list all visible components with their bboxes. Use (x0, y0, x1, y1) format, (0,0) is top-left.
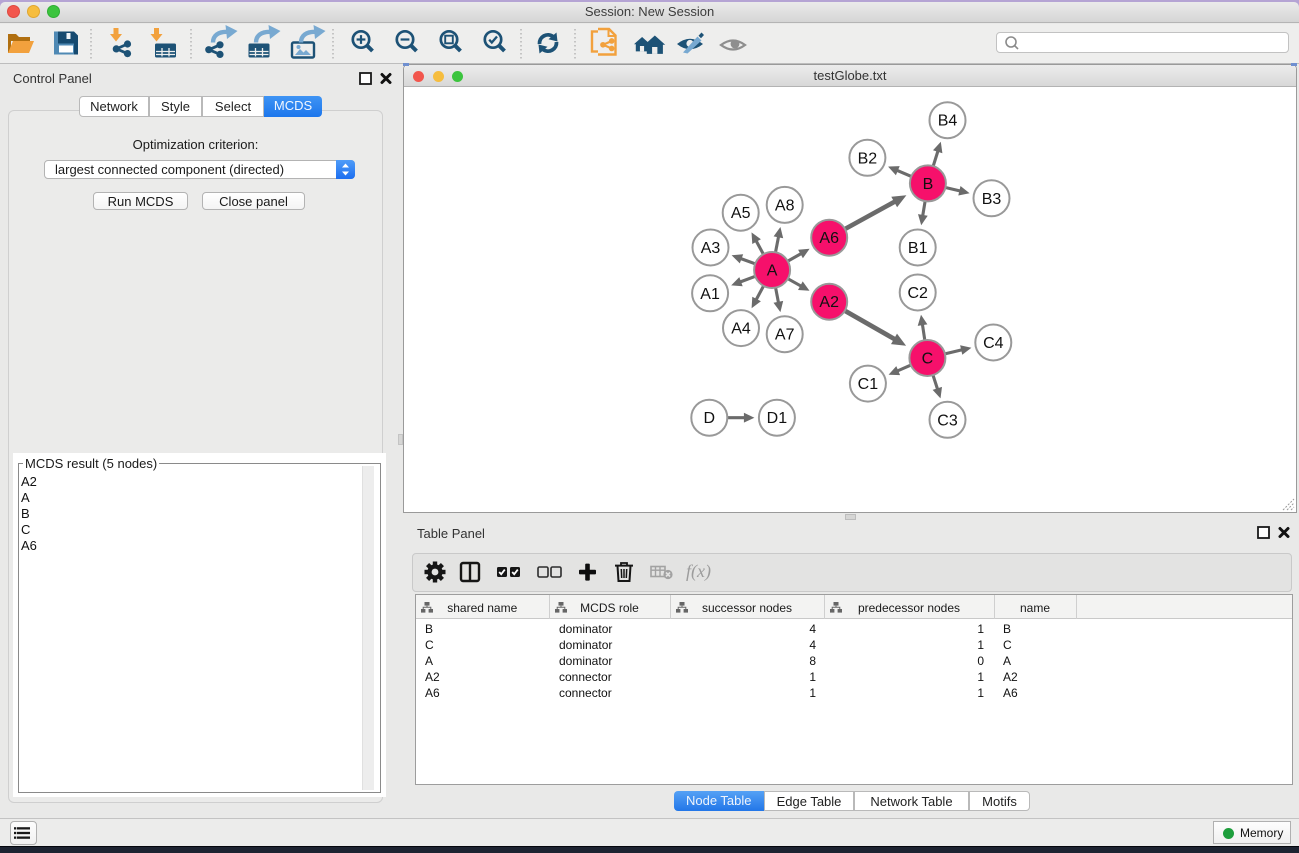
svg-text:C4: C4 (983, 335, 1004, 352)
svg-text:B4: B4 (938, 112, 958, 129)
svg-text:B2: B2 (858, 150, 878, 167)
svg-text:B: B (923, 175, 934, 192)
svg-text:A4: A4 (731, 320, 751, 337)
svg-text:C1: C1 (858, 376, 879, 393)
svg-text:C3: C3 (937, 412, 958, 429)
svg-text:A6: A6 (819, 230, 839, 247)
svg-text:A5: A5 (731, 205, 751, 222)
svg-text:C: C (922, 350, 934, 367)
svg-text:A1: A1 (700, 285, 720, 302)
svg-text:B3: B3 (982, 190, 1002, 207)
svg-text:C2: C2 (907, 285, 928, 302)
svg-text:D: D (704, 410, 716, 427)
svg-text:A8: A8 (775, 197, 795, 214)
svg-text:B1: B1 (908, 240, 928, 257)
svg-text:A3: A3 (701, 240, 721, 257)
svg-text:A: A (767, 262, 778, 279)
svg-text:A2: A2 (819, 294, 839, 311)
svg-text:D1: D1 (767, 410, 788, 427)
svg-text:A7: A7 (775, 326, 795, 343)
